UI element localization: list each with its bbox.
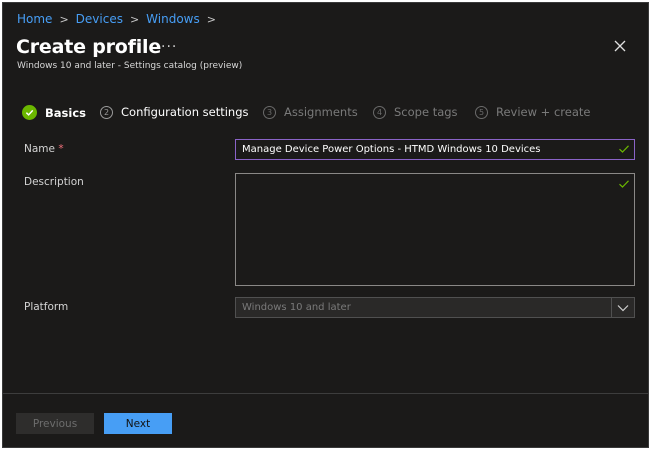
step-label: Basics [45, 105, 86, 120]
step-number: 3 [263, 105, 276, 119]
chevron-right-icon: > [206, 12, 216, 26]
name-field[interactable]: Manage Device Power Options - HTMD Windo… [235, 139, 635, 160]
step-number: 4 [373, 105, 386, 119]
step-number: 2 [100, 105, 113, 119]
step-label: Assignments [284, 105, 358, 119]
breadcrumb-windows[interactable]: Windows [146, 12, 200, 26]
breadcrumb-home[interactable]: Home [17, 12, 52, 26]
breadcrumb: Home > Devices > Windows > [17, 12, 223, 26]
platform-select[interactable]: Windows 10 and later [235, 297, 635, 318]
description-field[interactable] [235, 173, 635, 286]
page-title: Create profile [16, 36, 162, 58]
step-scope-tags[interactable]: 4 Scope tags [373, 105, 458, 119]
step-label: Review + create [496, 105, 591, 119]
previous-button[interactable]: Previous [16, 413, 94, 434]
step-label: Scope tags [394, 105, 458, 119]
create-profile-panel: Home > Devices > Windows > Create profil… [2, 2, 649, 448]
page-subtitle: Windows 10 and later - Settings catalog … [17, 61, 243, 71]
chevron-right-icon: > [129, 12, 140, 26]
name-label: Name * [24, 143, 64, 155]
next-button[interactable]: Next [104, 413, 172, 434]
chevron-down-icon[interactable] [611, 298, 634, 317]
more-options-button[interactable]: ··· [161, 39, 177, 55]
breadcrumb-devices[interactable]: Devices [76, 12, 123, 26]
description-label: Description [24, 176, 84, 188]
valid-check-icon [619, 145, 629, 153]
name-field-value: Manage Device Power Options - HTMD Windo… [242, 144, 541, 155]
name-label-text: Name [24, 143, 55, 155]
step-review-create[interactable]: 5 Review + create [475, 105, 590, 119]
chevron-right-icon: > [59, 12, 69, 26]
step-configuration-settings[interactable]: 2 Configuration settings [100, 105, 249, 119]
step-basics[interactable]: Basics [22, 105, 86, 120]
close-icon[interactable] [612, 38, 628, 54]
footer-divider [3, 393, 648, 394]
required-marker: * [58, 143, 64, 155]
step-number: 5 [475, 105, 488, 119]
checkmark-icon [22, 105, 37, 120]
platform-label: Platform [24, 301, 69, 313]
step-label: Configuration settings [121, 105, 249, 119]
valid-check-icon [619, 180, 629, 188]
step-assignments[interactable]: 3 Assignments [263, 105, 358, 119]
platform-select-value: Windows 10 and later [242, 302, 351, 313]
